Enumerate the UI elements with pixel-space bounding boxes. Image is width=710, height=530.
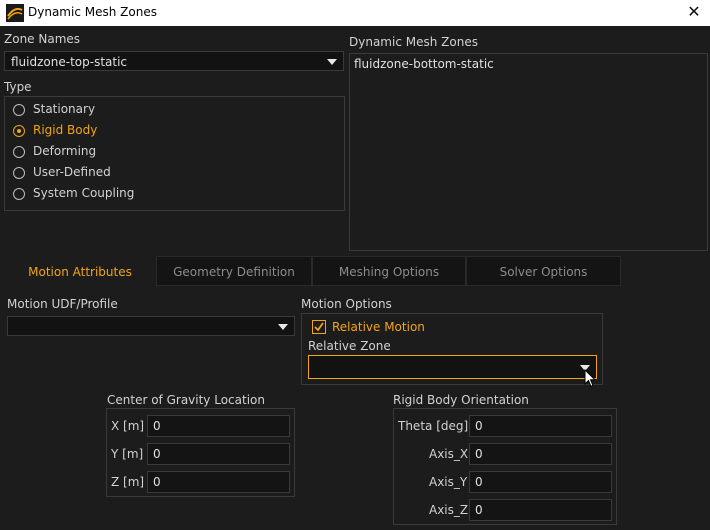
cog-label: Center of Gravity Location [107, 393, 265, 407]
tab-geometry-definition[interactable]: Geometry Definition [156, 256, 312, 286]
radio-selected-icon [13, 125, 25, 137]
radio-label: Rigid Body [33, 123, 98, 137]
cog-y-value: 0 [153, 447, 161, 461]
chevron-down-icon [278, 324, 288, 330]
theta-label: Theta [deg] [398, 419, 469, 433]
cog-group: X [m] 0 Y [m] 0 Z [m] 0 [106, 408, 295, 497]
theta-field[interactable]: 0 [469, 415, 612, 437]
dynamic-mesh-zones-label: Dynamic Mesh Zones [349, 35, 478, 49]
list-item[interactable]: fluidzone-bottom-static [354, 57, 494, 71]
cog-z-field[interactable]: 0 [147, 471, 290, 493]
motion-udf-label: Motion UDF/Profile [7, 297, 118, 311]
motion-udf-dropdown[interactable] [7, 316, 295, 336]
app-logo-icon [6, 4, 24, 22]
cog-z-value: 0 [153, 475, 161, 489]
cog-z-label: Z [m] [111, 475, 145, 489]
zone-names-label: Zone Names [4, 32, 81, 46]
radio-label: User-Defined [33, 165, 111, 179]
type-label: Type [4, 80, 32, 94]
radio-button-icon [13, 167, 25, 179]
mouse-pointer-icon [584, 368, 597, 391]
tab-meshing-options[interactable]: Meshing Options [312, 256, 466, 286]
tab-solver-options[interactable]: Solver Options [466, 256, 621, 286]
chevron-down-icon [327, 59, 337, 65]
axis-z-value: 0 [475, 503, 483, 517]
cog-x-label: X [m] [111, 419, 145, 433]
axis-y-field[interactable]: 0 [469, 471, 612, 493]
axis-x-field[interactable]: 0 [469, 443, 612, 465]
radio-label: Stationary [33, 102, 96, 116]
motion-options-group: Relative Motion Relative Zone [301, 313, 603, 385]
checkmark-icon [314, 322, 324, 332]
title-bar: Dynamic Mesh Zones ✕ [0, 0, 710, 26]
orientation-label: Rigid Body Orientation [393, 393, 529, 407]
radio-label: Deforming [33, 144, 97, 158]
radio-button-icon [13, 104, 25, 116]
axis-y-value: 0 [475, 475, 483, 489]
axis-z-field[interactable]: 0 [469, 499, 612, 521]
axis-x-value: 0 [475, 447, 483, 461]
cog-x-field[interactable]: 0 [147, 415, 290, 437]
relative-zone-label: Relative Zone [308, 339, 391, 353]
axis-y-label: Axis_Y [429, 475, 468, 489]
close-icon[interactable]: ✕ [684, 2, 704, 22]
cog-y-field[interactable]: 0 [147, 443, 290, 465]
axis-x-label: Axis_X [429, 447, 469, 461]
motion-options-label: Motion Options [301, 297, 392, 311]
dynamic-mesh-zones-list[interactable]: fluidzone-bottom-static [349, 53, 708, 251]
theta-value: 0 [475, 419, 483, 433]
radio-label: System Coupling [33, 186, 135, 200]
radio-button-icon [13, 188, 25, 200]
orientation-group: Theta [deg] 0 Axis_X 0 Axis_Y 0 Axis_Z 0 [393, 408, 617, 525]
relative-zone-dropdown[interactable] [308, 355, 597, 379]
relative-motion-checkbox[interactable] [312, 320, 326, 334]
tab-motion-attributes[interactable]: Motion Attributes [4, 256, 156, 286]
relative-motion-label: Relative Motion [332, 320, 425, 334]
zone-names-dropdown[interactable]: fluidzone-top-static [4, 51, 344, 71]
zone-names-value: fluidzone-top-static [11, 55, 128, 69]
axis-z-label: Axis_Z [429, 503, 469, 517]
cog-y-label: Y [m] [111, 447, 144, 461]
window-title: Dynamic Mesh Zones [28, 5, 157, 19]
cog-x-value: 0 [153, 419, 161, 433]
type-group: Stationary Rigid Body Deforming User-Def… [4, 96, 345, 211]
radio-button-icon [13, 146, 25, 158]
